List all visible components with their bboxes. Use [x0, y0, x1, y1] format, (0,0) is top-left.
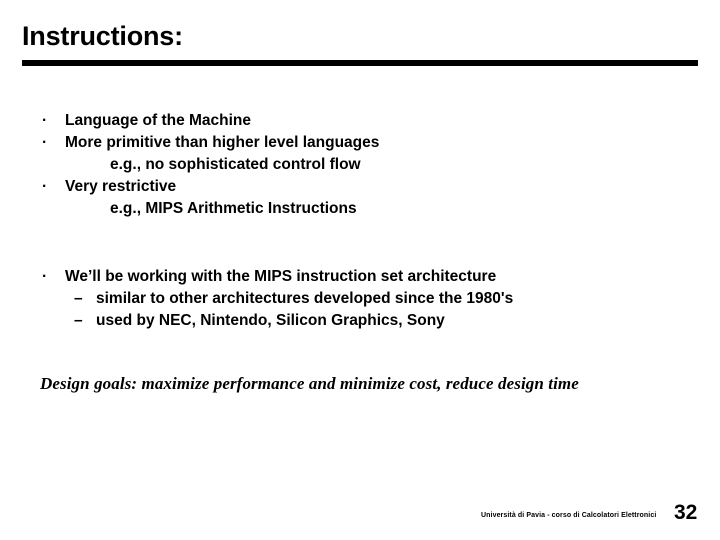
dash-marker-icon: – — [74, 290, 83, 307]
list-item: · Very restrictive — [0, 176, 720, 198]
bullet-list: · Language of the Machine · More primitive … — [0, 110, 720, 332]
design-goals-text: Design goals: maximize performance and m… — [40, 374, 579, 393]
page-number: 32 — [674, 501, 698, 524]
list-item-label: More primitive than higher level languag… — [65, 134, 380, 151]
list-item-label: Language of the Machine — [65, 112, 252, 129]
title-divider — [22, 60, 698, 66]
list-item: – similar to other architectures develope… — [0, 288, 720, 310]
list-item-label: e.g., MIPS Arithmetic Instructions — [110, 200, 357, 217]
bullet-marker-icon: · — [42, 134, 48, 151]
list-item-label: used by NEC, Nintendo, Silicon Graphics,… — [96, 312, 445, 329]
list-item: · We’ll be working with the MIPS instruct… — [0, 266, 720, 288]
dash-marker-icon: – — [74, 312, 83, 329]
bullet-marker-icon: · — [42, 268, 48, 285]
list-item-label: e.g., no sophisticated control flow — [110, 156, 361, 173]
list-item-label: We’ll be working with the MIPS instructi… — [65, 268, 497, 285]
list-item-label: similar to other architectures developed… — [96, 290, 514, 307]
list-item: · More primitive than higher level langua… — [0, 132, 720, 154]
bullet-marker-icon: · — [42, 112, 48, 129]
slide: Instructions: · Language of the Machine · M… — [0, 0, 720, 540]
list-item-continuation: e.g., MIPS Arithmetic Instructions — [0, 198, 720, 220]
bullet-marker-icon: · — [42, 178, 48, 195]
page-title: Instructions: — [22, 21, 183, 51]
list-item-continuation: e.g., no sophisticated control flow — [0, 154, 720, 176]
list-item-label: Very restrictive — [65, 178, 177, 195]
list-item: – used by NEC, Nintendo, Silicon Graphics… — [0, 310, 720, 332]
footer-credit: Università di Pavia - corso di Calcolato… — [481, 512, 657, 519]
list-item: · Language of the Machine — [0, 110, 720, 132]
